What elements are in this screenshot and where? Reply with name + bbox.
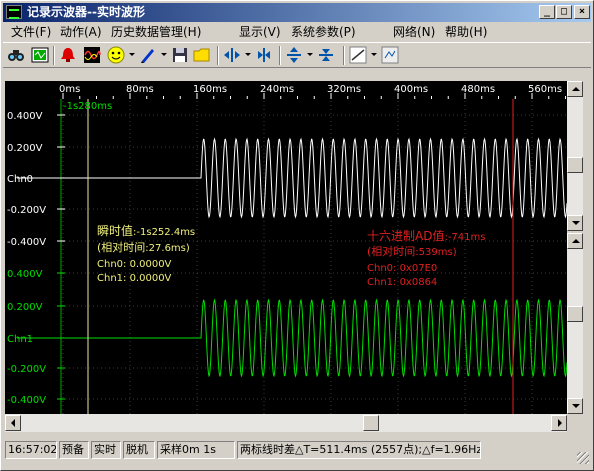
zoom-vertical-dropdown-icon[interactable] <box>307 53 313 56</box>
chn1-scroll-down-button[interactable] <box>567 398 583 414</box>
status-sample: 采样0m 1s <box>157 441 235 459</box>
time-axis-label: 320ms <box>327 84 361 95</box>
channel-name-label: Chn1 <box>7 334 33 345</box>
chn1-scroll-thumb[interactable] <box>567 306 583 322</box>
cursor-a-title: 瞬时值:-1s252.4ms <box>97 223 195 238</box>
menu-bar: 文件(F) 动作(A) 历史数据管理(H) 显示(V) 系统参数(P) 网络(N… <box>3 23 591 41</box>
horizontal-scroll-thumb[interactable] <box>363 415 379 431</box>
cursor-b-chn0: Chn0: 0x07E0 <box>367 263 437 274</box>
y-axis-label: 0.400V <box>7 111 43 122</box>
cursor-a-relative: (相对时间:27.6ms) <box>97 240 190 254</box>
status-mode-offline: 脱机 <box>123 441 155 459</box>
y-axis-label: 0.200V <box>7 302 43 313</box>
chn1-waveform <box>17 298 567 378</box>
zoom-dropdown-icon[interactable] <box>245 53 251 56</box>
status-mode-ready: 预备 <box>59 441 89 459</box>
scroll-left-button[interactable] <box>5 415 21 431</box>
menu-network[interactable]: 网络(N) <box>393 25 435 39</box>
minimize-button[interactable]: _ <box>539 5 555 19</box>
zoom-out-vertical-icon[interactable] <box>317 46 335 64</box>
chn1-scroll-up-button[interactable] <box>567 233 583 249</box>
y-axis-label: 0.400V <box>7 269 43 280</box>
y-axis-label: -0.200V <box>7 205 46 216</box>
horizontal-scrollbar[interactable] <box>5 414 567 432</box>
chn0-scroll-down-button[interactable] <box>567 215 583 231</box>
time-axis-label: 400ms <box>394 84 428 95</box>
time-axis-label: 80ms <box>126 84 154 95</box>
toolbar-separator <box>279 46 281 65</box>
resize-grip-icon[interactable] <box>577 452 589 464</box>
binoculars-icon[interactable] <box>7 46 25 64</box>
time-axis: 0ms 80ms 160ms 240ms 320ms 400ms 480ms 560ms <box>5 81 583 99</box>
status-delta: 两标线时差△T=511.4ms (2557点);△f=1.96Hz <box>237 441 481 459</box>
pen-dropdown-icon[interactable] <box>161 53 167 56</box>
pen-icon[interactable] <box>139 46 157 64</box>
menu-file[interactable]: 文件(F) <box>11 25 51 39</box>
chn0-scroll-up-button[interactable] <box>567 81 583 97</box>
settings-icon[interactable] <box>381 46 399 64</box>
oscilloscope-app-icon <box>6 5 22 19</box>
window-title: 记录示波器--实时波形 <box>27 5 145 19</box>
zoom-in-horizontal-icon[interactable] <box>223 46 241 64</box>
y-axis-label: -0.200V <box>7 364 46 375</box>
time-axis-label: 480ms <box>461 84 495 95</box>
status-mode-realtime: 实时 <box>91 441 121 459</box>
cursor-mode-icon[interactable] <box>349 46 367 64</box>
channel-name-label: Chn0 <box>7 174 33 185</box>
cursor-b-relative: (相对时间:539ms) <box>367 244 457 258</box>
status-bar: 16:57:02 预备 实时 脱机 采样0m 1s 两标线时差△T=511.4m… <box>3 438 591 468</box>
menu-help[interactable]: 帮助(H) <box>445 25 487 39</box>
menu-system-params[interactable]: 系统参数(P) <box>291 25 356 39</box>
waveform-plot[interactable]: 0.400V 0.200V -0.200V -0.400V Chn0 0.400V 0.20… <box>5 81 567 414</box>
smiley-icon[interactable] <box>107 46 125 64</box>
menu-view[interactable]: 显示(V) <box>239 25 281 39</box>
toolbar-separator <box>53 46 55 65</box>
x-offset-label: -1s280ms <box>63 101 112 112</box>
cursor-b-chn1: Chn1: 0x0864 <box>367 277 437 288</box>
cursor-a-chn0: Chn0: 0.0000V <box>97 259 172 270</box>
chn0-vertical-scrollbar[interactable] <box>567 81 583 231</box>
chn1-vertical-scrollbar[interactable] <box>567 233 583 414</box>
folder-icon[interactable] <box>193 46 211 64</box>
chn0-scroll-thumb[interactable] <box>567 157 583 173</box>
time-axis-label: 0ms <box>59 84 80 95</box>
toolbar-separator <box>343 46 345 65</box>
y-axis-label: 0.200V <box>7 143 43 154</box>
cursor-a-chn1: Chn1: 0.0000V <box>97 273 172 284</box>
maximize-button[interactable]: □ <box>556 5 572 19</box>
title-bar[interactable]: 记录示波器--实时波形 _ □ × <box>3 3 591 22</box>
scope-display[interactable]: 0.400V 0.200V -0.200V -0.400V Chn0 0.400V 0.20… <box>5 81 567 414</box>
time-axis-label: 240ms <box>260 84 294 95</box>
toolbar-separator <box>217 46 219 65</box>
chn0-waveform <box>17 137 567 219</box>
save-disk-icon[interactable] <box>171 46 189 64</box>
close-button[interactable]: × <box>574 5 590 19</box>
zoom-in-vertical-icon[interactable] <box>285 46 303 64</box>
waveform-icon[interactable] <box>83 46 101 64</box>
cursor-b-title: 十六进制AD值:-741ms <box>367 228 485 243</box>
menu-history[interactable]: 历史数据管理(H) <box>111 25 201 39</box>
zoom-out-horizontal-icon[interactable] <box>255 46 273 64</box>
time-axis-label: 160ms <box>193 84 227 95</box>
y-axis-label: -0.400V <box>7 395 46 406</box>
channel-panel-icon[interactable] <box>31 46 49 64</box>
bell-icon[interactable] <box>59 46 77 64</box>
smiley-dropdown-icon[interactable] <box>129 53 135 56</box>
status-time: 16:57:02 <box>5 441 57 459</box>
time-axis-label: 560ms <box>528 84 562 95</box>
menu-action[interactable]: 动作(A) <box>60 25 102 39</box>
toolbar <box>3 42 591 68</box>
app-window: 记录示波器--实时波形 _ □ × 文件(F) 动作(A) 历史数据管理(H) … <box>0 0 594 471</box>
cursor-dropdown-icon[interactable] <box>371 53 377 56</box>
scroll-right-button[interactable] <box>551 415 567 431</box>
y-axis-label: -0.400V <box>7 237 46 248</box>
